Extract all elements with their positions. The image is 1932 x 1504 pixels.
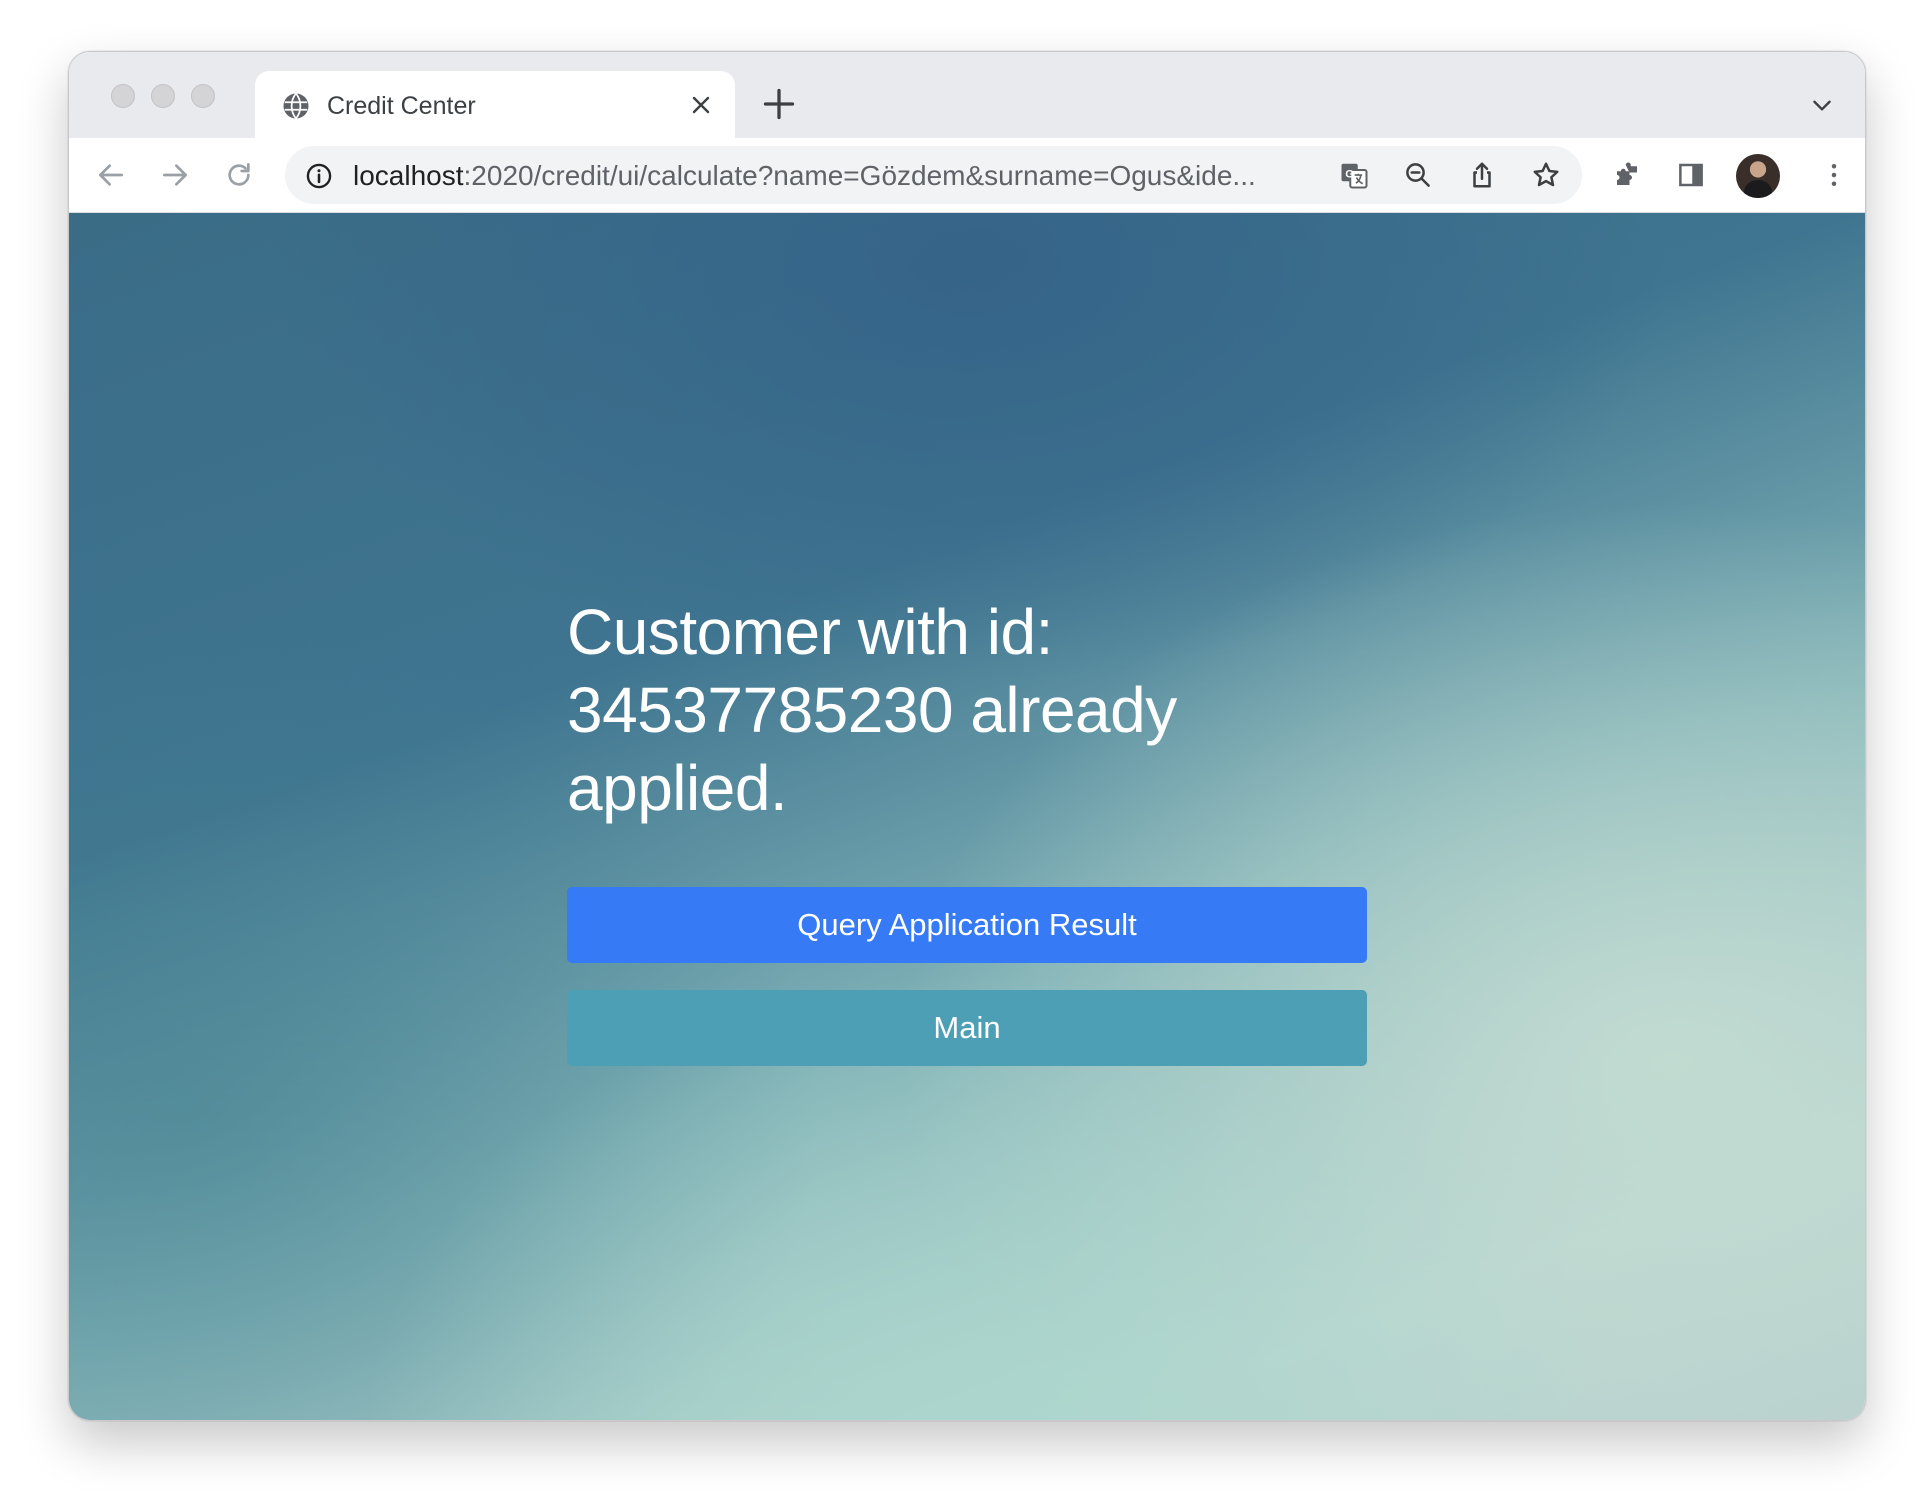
puzzle-icon[interactable] bbox=[1612, 160, 1642, 190]
forward-arrow-icon[interactable] bbox=[159, 159, 191, 191]
chevron-down-icon[interactable] bbox=[1809, 92, 1835, 118]
page-content: Customer with id: 34537785230 already ap… bbox=[69, 213, 1865, 1420]
tab-title: Credit Center bbox=[327, 92, 476, 120]
reload-icon[interactable] bbox=[223, 159, 255, 191]
tab-credit-center[interactable]: Credit Center bbox=[255, 71, 735, 138]
query-application-result-button[interactable]: Query Application Result bbox=[567, 887, 1367, 963]
status-message: Customer with id: 34537785230 already ap… bbox=[567, 596, 1177, 824]
browser-window: Credit Center localhost:2020/credit/ui/c… bbox=[68, 51, 1866, 1421]
back-arrow-icon[interactable] bbox=[95, 159, 127, 191]
url-host: localhost bbox=[353, 160, 464, 191]
browser-toolbar: localhost:2020/credit/ui/calculate?name=… bbox=[69, 138, 1865, 213]
close-tab-icon[interactable] bbox=[685, 89, 717, 121]
star-icon[interactable] bbox=[1531, 160, 1561, 190]
side-panel-icon[interactable] bbox=[1676, 160, 1706, 190]
url-path: :2020/credit/ui/calculate?name=Gözdem&su… bbox=[463, 160, 1256, 191]
address-bar[interactable]: localhost:2020/credit/ui/calculate?name=… bbox=[285, 146, 1582, 204]
tab-strip: Credit Center bbox=[69, 52, 1865, 138]
avatar[interactable] bbox=[1736, 154, 1780, 198]
translate-icon[interactable]: G bbox=[1339, 160, 1369, 190]
zoom-out-icon[interactable] bbox=[1403, 160, 1433, 190]
new-tab-icon[interactable] bbox=[761, 86, 797, 122]
zoom-window-button[interactable] bbox=[191, 84, 215, 108]
svg-text:G: G bbox=[1345, 169, 1354, 181]
share-icon[interactable] bbox=[1467, 160, 1497, 190]
kebab-menu-icon[interactable] bbox=[1819, 160, 1849, 190]
close-window-button[interactable] bbox=[111, 84, 135, 108]
info-icon[interactable] bbox=[305, 162, 333, 190]
globe-icon bbox=[283, 92, 309, 120]
url-text[interactable]: localhost:2020/credit/ui/calculate?name=… bbox=[353, 160, 1313, 192]
minimize-window-button[interactable] bbox=[151, 84, 175, 108]
main-button[interactable]: Main bbox=[567, 990, 1367, 1066]
